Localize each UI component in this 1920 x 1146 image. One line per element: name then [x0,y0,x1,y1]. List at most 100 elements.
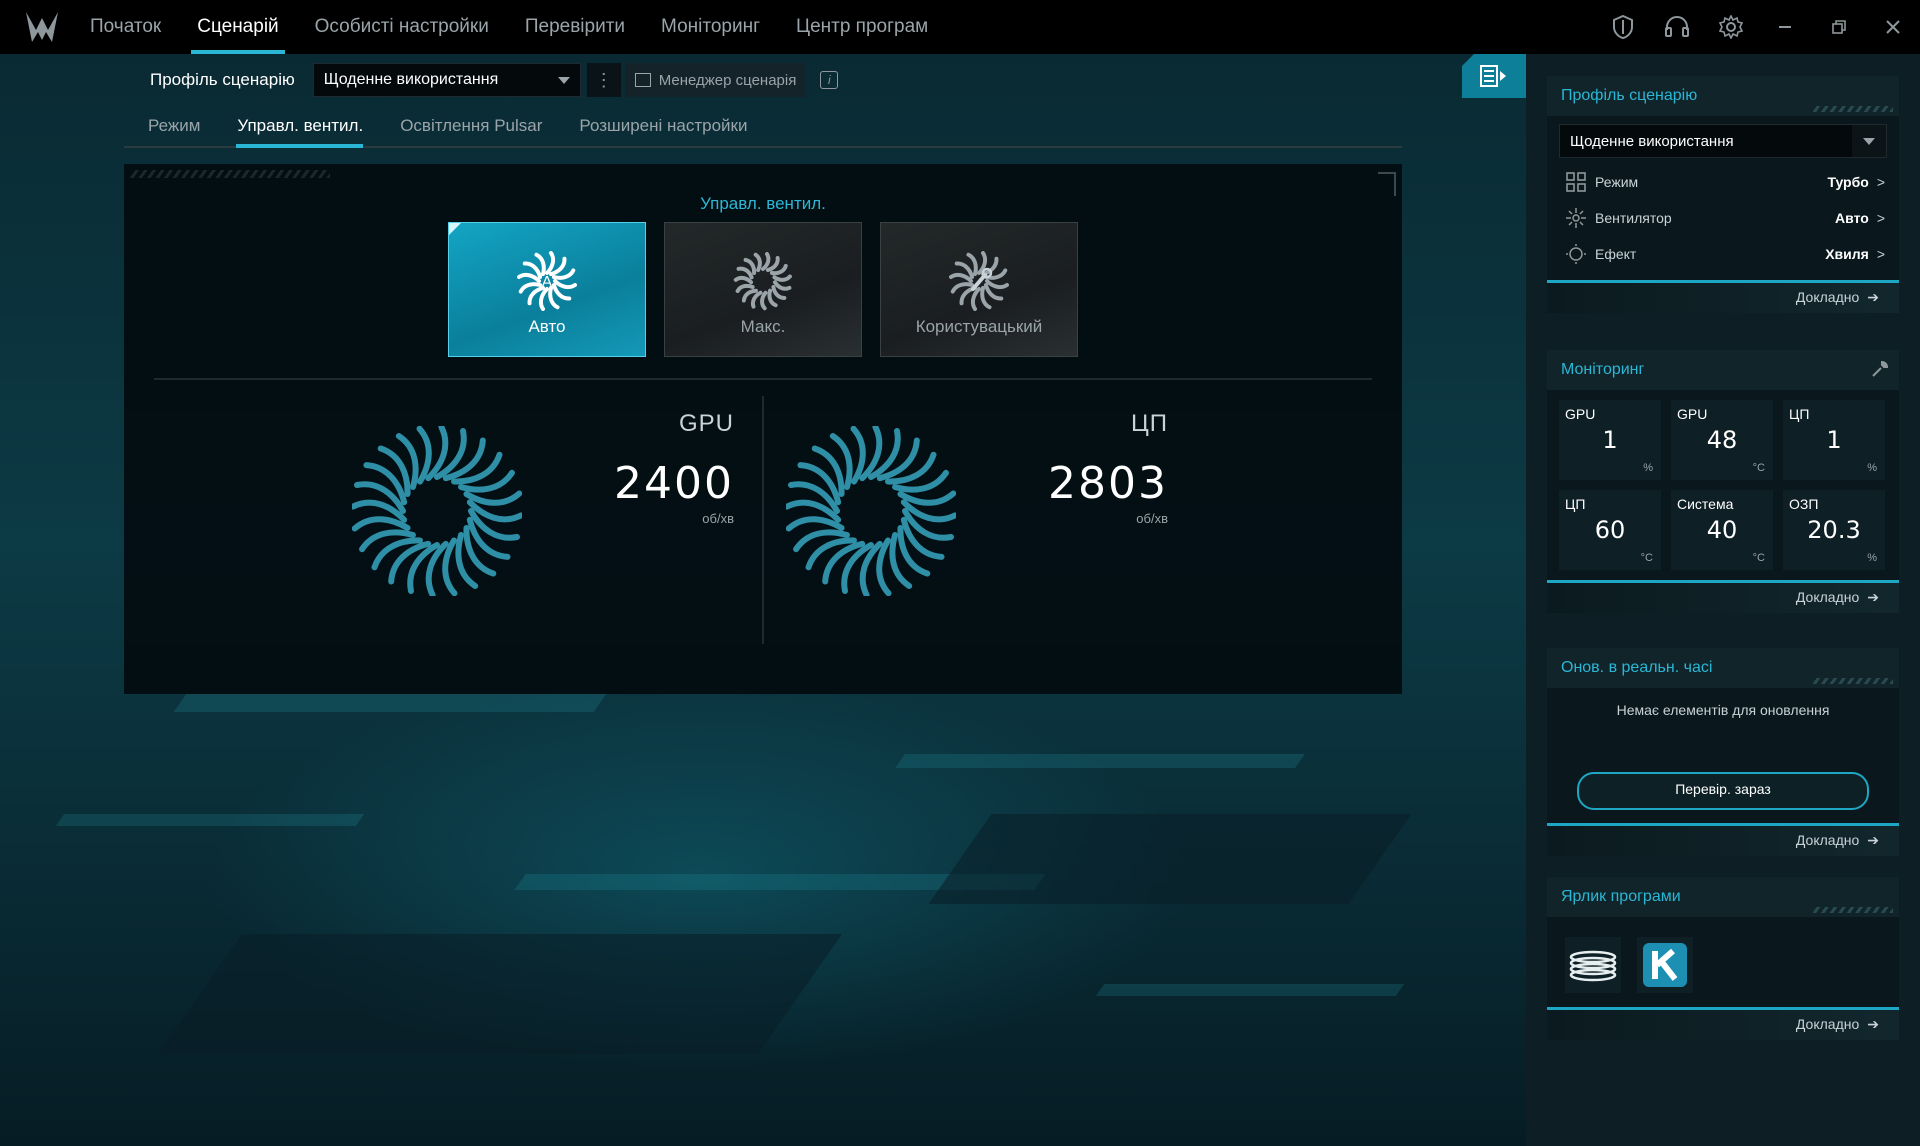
decor-hatch [1813,907,1893,913]
realtime-updates-card: Онов. в реальн. часі Немає елементів для… [1547,648,1899,856]
arrow-right-icon: ➔ [1867,289,1879,305]
list-icon [634,73,651,87]
fan-mode-auto-button[interactable]: A Авто [448,222,646,357]
fan-auto-icon: A [517,251,577,311]
scenario-profile-row: Профіль сценарію Щоденне використання ⋮ … [150,62,839,98]
restore-icon[interactable] [1812,0,1866,54]
headset-icon[interactable] [1650,0,1704,54]
chevron-down-icon [557,76,570,84]
profile-row-fan[interactable]: Вентилятор Авто > [1547,200,1899,236]
decor-hatch [1813,106,1893,112]
close-icon[interactable] [1866,0,1920,54]
fan-mode-custom-label: Користувацький [915,317,1043,336]
monitoring-more-link[interactable]: Докладно ➔ [1796,589,1879,606]
cpu-fan-rpm: 2803 [1048,458,1168,509]
divider [154,378,1372,380]
profile-row-fan-name: Вентилятор [1595,210,1672,226]
shortcut-card-footer: Докладно ➔ [1547,1007,1899,1040]
chevron-right-icon: > [1876,210,1885,226]
tab-mode[interactable]: Режим [124,108,212,146]
realtime-card-footer: Докладно ➔ [1547,823,1899,856]
chevron-down-icon [1852,125,1886,157]
sidebar-profile-value: Щоденне використання [1570,132,1734,150]
profile-select[interactable]: Щоденне використання [312,63,581,97]
realtime-card-header: Онов. в реальн. часі [1547,648,1899,688]
main-nav: Початок Сценарій Особисті настройки Пере… [72,0,946,54]
realtime-empty-message: Немає елементів для оновлення [1616,702,1830,718]
wrench-icon[interactable] [1871,360,1889,383]
decor-hatch [130,170,330,178]
grid-icon [1565,171,1587,193]
scenario-manager-label: Менеджер сценарія [658,71,797,89]
profile-row-mode-name: Режим [1595,174,1639,190]
nav-home[interactable]: Початок [72,0,179,54]
gpu-fan-icon [352,426,522,596]
monitor-gpu-usage: GPU 1 % [1559,400,1661,480]
tab-fan-control[interactable]: Управл. вентил. [212,108,375,148]
scenario-manager-button[interactable]: Менеджер сценарія [624,63,807,97]
fan-mode-max-label: Макс. [740,317,786,336]
fan-custom-icon [949,251,1009,311]
realtime-card-title: Онов. в реальн. часі [1561,659,1713,676]
top-bar: Початок Сценарій Особисті настройки Пере… [0,0,1920,54]
settings-icon[interactable] [1704,0,1758,54]
fan-control-panel: Управл. вентил. A Авто Макс. Користуваць… [124,164,1402,694]
nav-monitoring[interactable]: Моніторинг [643,0,778,54]
tab-pulsar-lighting[interactable]: Освітлення Pulsar [375,108,554,146]
monitor-gpu-temp: GPU 48 °C [1671,400,1773,480]
profile-row-effect-name: Ефект [1595,246,1637,262]
profile-row-fan-value: Авто [1835,210,1869,226]
monitoring-card-header: Моніторинг [1547,350,1899,390]
profile-label: Профіль сценарію [150,70,295,89]
fan-mode-auto-label: Авто [528,317,566,336]
fan-mode-buttons: A Авто Макс. Користувацький [448,222,1078,357]
shortcut-card-title: Ярлик програми [1561,888,1681,905]
profile-more-link[interactable]: Докладно ➔ [1796,289,1879,306]
monitoring-card-footer: Докладно ➔ [1547,580,1899,613]
app-shortcut-k-icon[interactable] [1637,937,1693,993]
profile-card-header: Профіль сценарію [1547,76,1899,116]
sidebar-profile-select[interactable]: Щоденне використання [1559,124,1887,158]
shortcut-body [1547,917,1899,1007]
cpu-fan-unit: об/хв [1136,511,1168,526]
realtime-more-link[interactable]: Докладно ➔ [1796,832,1879,849]
minimize-icon[interactable] [1758,0,1812,54]
fan-max-icon [733,252,793,311]
window-controls [1596,0,1920,54]
nav-app-center[interactable]: Центр програм [778,0,946,54]
monitor-cpu-usage: ЦП 1 % [1783,400,1885,480]
arrow-right-icon: ➔ [1867,832,1879,848]
chevron-right-icon: > [1876,174,1885,190]
realtime-body: Немає елементів для оновлення Перевір. з… [1547,688,1899,823]
tab-advanced-settings[interactable]: Розширені настройки [554,108,759,146]
cpu-fan-block: ЦП 2803 об/хв [678,396,1238,656]
profile-card-footer: Докладно ➔ [1547,280,1899,313]
cpu-fan-name: ЦП [1130,410,1168,437]
fan-control-title: Управл. вентил. [700,194,826,213]
nav-scenario[interactable]: Сценарій [179,0,296,54]
decor-hatch [1813,678,1893,684]
fan-mode-max-button[interactable]: Макс. [664,222,862,357]
monitor-system-temp: Система 40 °C [1671,490,1773,570]
profile-row-mode-value: Турбо [1827,174,1869,190]
predator-logo-icon[interactable] [22,10,62,46]
app-shortcut-1-icon[interactable] [1565,937,1621,993]
profile-row-mode[interactable]: Режим Турбо > [1547,164,1899,200]
svg-text:A: A [542,274,553,291]
monitoring-card-title: Моніторинг [1561,361,1645,378]
monitor-ram-usage: ОЗП 20.3 % [1783,490,1885,570]
info-icon[interactable]: i [820,71,839,89]
more-options-icon[interactable]: ⋮ [586,63,621,97]
shortcut-more-link[interactable]: Докладно ➔ [1796,1016,1879,1033]
sidebar-toggle-icon[interactable] [1462,54,1526,98]
nav-personal-settings[interactable]: Особисті настройки [297,0,507,54]
profile-row-effect[interactable]: Ефект Хвиля > [1547,236,1899,272]
check-now-button[interactable]: Перевір. зараз [1577,772,1869,810]
profile-select-value: Щоденне використання [323,71,499,88]
shield-icon[interactable] [1596,0,1650,54]
scenario-tabs: Режим Управл. вентил. Освітлення Pulsar … [124,108,1402,148]
nav-check[interactable]: Перевірити [507,0,643,54]
fan-mode-custom-button[interactable]: Користувацький [880,222,1078,357]
profile-card: Профіль сценарію Щоденне використання Ре… [1547,76,1899,313]
profile-card-title: Профіль сценарію [1561,87,1698,104]
